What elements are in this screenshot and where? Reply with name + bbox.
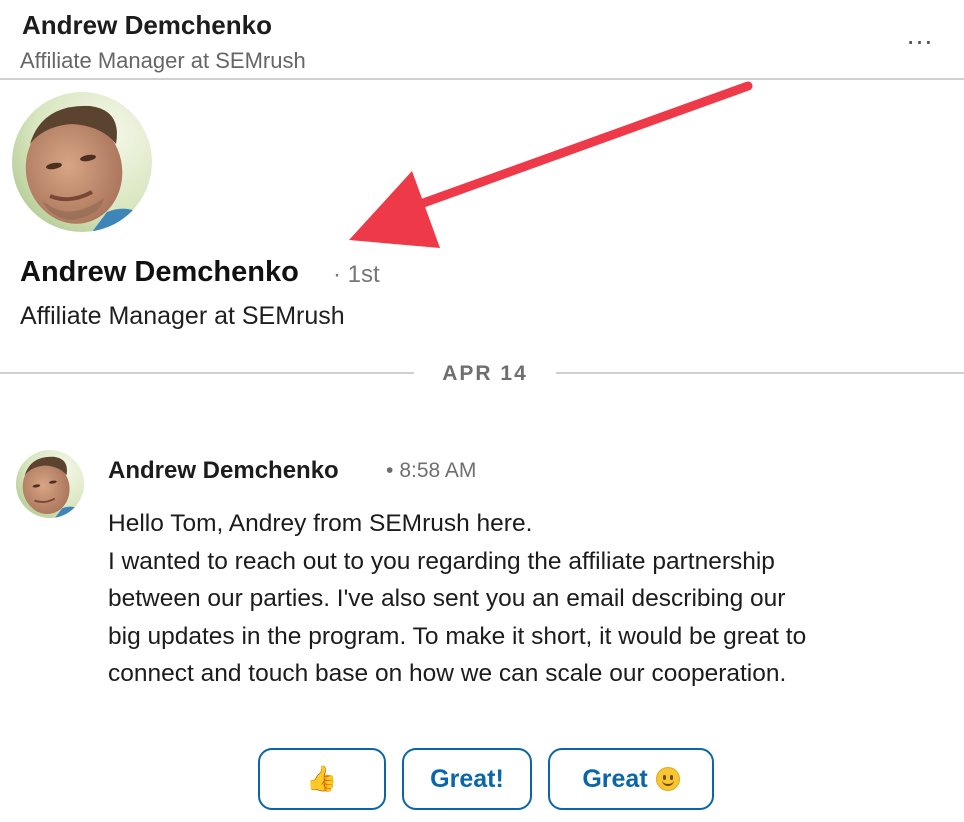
avatar-photo bbox=[12, 92, 152, 232]
message-time: 8:58 AM bbox=[399, 459, 477, 482]
more-icon: … bbox=[905, 19, 935, 50]
connection-degree: · 1st bbox=[333, 261, 380, 288]
conversation-header: Andrew Demchenko Affiliate Manager at SE… bbox=[0, 0, 964, 80]
smart-reply-label: Great! bbox=[430, 764, 504, 793]
message-line: between our parties. I've also sent you … bbox=[108, 585, 786, 612]
message-line: Hello Tom, Andrey from SEMrush here. bbox=[108, 510, 533, 537]
red-arrow-annotation bbox=[349, 81, 753, 248]
thumbs-up-icon: 👍 bbox=[306, 764, 338, 793]
smart-reply-great-button[interactable]: Great! bbox=[402, 748, 532, 810]
smart-reply-thumbs-up-button[interactable]: 👍 bbox=[258, 748, 386, 810]
smart-reply-label: Great bbox=[582, 764, 648, 793]
profile-avatar[interactable] bbox=[12, 92, 152, 232]
message-body: Hello Tom, Andrey from SEMrush here. I w… bbox=[108, 505, 958, 693]
profile-headline: Affiliate Manager at SEMrush bbox=[20, 302, 345, 330]
divider-line bbox=[556, 372, 964, 374]
header-contact-title: Affiliate Manager at SEMrush bbox=[20, 48, 306, 73]
smart-reply-great-smiley-button[interactable]: Great bbox=[548, 748, 714, 810]
more-options-button[interactable]: … bbox=[898, 20, 942, 50]
smiley-icon bbox=[655, 767, 680, 791]
message-line: big updates in the program. To make it s… bbox=[108, 622, 807, 650]
message-sender-name[interactable]: Andrew Demchenko bbox=[108, 457, 339, 485]
divider-line bbox=[0, 372, 414, 374]
message-avatar[interactable] bbox=[16, 450, 84, 518]
message-timestamp: • 8:58 AM bbox=[386, 459, 477, 482]
message-line: connect and touch base on how we can sca… bbox=[108, 660, 787, 687]
date-divider: APR 14 bbox=[442, 362, 528, 385]
message-line: I wanted to reach out to you regarding t… bbox=[108, 547, 775, 575]
header-contact-name[interactable]: Andrew Demchenko bbox=[22, 10, 272, 41]
profile-name[interactable]: Andrew Demchenko bbox=[20, 256, 299, 289]
avatar-photo-small bbox=[16, 450, 84, 518]
